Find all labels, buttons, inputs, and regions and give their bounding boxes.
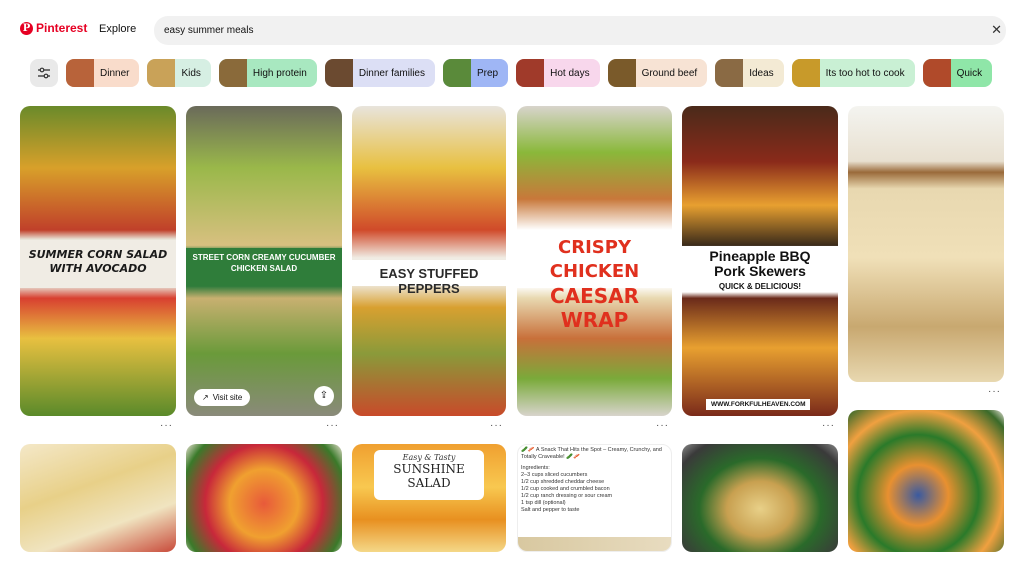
- chip-dinner-families[interactable]: Dinner families: [324, 59, 435, 87]
- chip-label: Prep: [476, 67, 499, 79]
- chip-quick[interactable]: Quick: [922, 59, 993, 87]
- chip-thumbnail: [516, 59, 545, 87]
- ingredient-item: 1/2 cup ranch dressing or sour cream: [521, 493, 613, 499]
- pin-ingredients-label: Ingredients:: [521, 465, 550, 471]
- top-bar: P Pinterest Explore ✕: [0, 0, 1024, 58]
- pin-title-line: Pineapple BBQ: [709, 248, 811, 264]
- visit-site-label: Visit site: [212, 393, 243, 402]
- chip-too-hot-to-cook[interactable]: Its too hot to cook: [791, 59, 915, 87]
- pin-title: CRISPY CHICKEN CAESAR WRAP: [517, 230, 672, 332]
- explore-link[interactable]: Explore: [99, 23, 136, 35]
- chip-label: Hot days: [550, 67, 590, 79]
- pin-title: SALAD: [407, 476, 451, 490]
- pin-stuffed-shells[interactable]: [682, 444, 838, 552]
- ingredient-item: 1 tsp dill (optional): [521, 500, 566, 506]
- pin-title-line: CRISPY CHICKEN: [549, 237, 640, 282]
- pin-title: Pineapple BBQ Pork Skewers QUICK & DELIC…: [682, 246, 838, 292]
- chip-thumbnail: [218, 59, 247, 87]
- pin-stuffed-peppers[interactable]: EASY STUFFED PEPPERS: [352, 106, 506, 416]
- pin-title-line: CAESAR WRAP: [549, 284, 640, 332]
- ingredient-item: Salt and pepper to taste: [521, 507, 580, 513]
- pin-street-corn-salad[interactable]: STREET CORN CREAMY CUCUMBER CHICKEN SALA…: [186, 106, 342, 416]
- search-input[interactable]: [164, 25, 964, 36]
- visit-site-button[interactable]: ↗ Visit site: [194, 389, 251, 406]
- pin-title: SUNSHINE: [393, 462, 465, 476]
- pin-subtitle: Easy & Tasty: [402, 453, 456, 462]
- pin-corn-salad[interactable]: SUMMER CORN SALAD WITH AVOCADO: [20, 106, 176, 416]
- chip-dinner[interactable]: Dinner: [66, 59, 140, 87]
- arrow-up-right-icon: ↗: [202, 393, 209, 402]
- chip-thumbnail: [66, 59, 94, 87]
- chip-hot-days[interactable]: Hot days: [516, 59, 600, 87]
- chip-thumbnail: [147, 59, 176, 87]
- pin-cucumber-snack[interactable]: 🥒🥓 A Snack That Hits the Spot – Creamy, …: [517, 444, 672, 552]
- chip-label: Ground beef: [641, 67, 698, 79]
- chip-label: Kids: [181, 67, 201, 79]
- pin-title: SUMMER CORN SALAD WITH AVOCADO: [20, 240, 176, 288]
- pin-fruit-salad[interactable]: [186, 444, 342, 552]
- more-options-icon[interactable]: ···: [490, 420, 503, 431]
- pin-intro: 🥒🥓 A Snack That Hits the Spot – Creamy, …: [521, 447, 662, 460]
- chip-label: Dinner families: [358, 67, 425, 79]
- pinterest-logo[interactable]: P Pinterest: [20, 21, 87, 35]
- chip-ideas[interactable]: Ideas: [715, 59, 784, 87]
- pin-macaroni-salad[interactable]: [20, 444, 176, 552]
- chip-high-protein[interactable]: High protein: [218, 59, 317, 87]
- pin-subtitle: QUICK & DELICIOUS!: [718, 282, 802, 291]
- pinterest-icon: P: [20, 21, 33, 35]
- chip-thumbnail: [791, 59, 820, 87]
- more-options-icon[interactable]: ···: [822, 420, 835, 431]
- pin-text-block: 🥒🥓 A Snack That Hits the Spot – Creamy, …: [518, 445, 671, 516]
- filter-button[interactable]: [30, 59, 58, 87]
- more-options-icon[interactable]: ···: [988, 386, 1001, 397]
- ingredient-item: 2–3 cups sliced cucumbers: [521, 472, 588, 478]
- ingredient-item: 1/2 cup shredded cheddar cheese: [521, 479, 605, 485]
- logo-text: Pinterest: [36, 21, 88, 35]
- pin-sunshine-salad[interactable]: Easy & Tasty SUNSHINE SALAD: [352, 444, 506, 552]
- pin-title-line: Pork Skewers: [714, 263, 806, 279]
- pin-title: EASY STUFFED PEPPERS: [352, 260, 506, 296]
- chip-thumbnail: [715, 59, 744, 87]
- pin-caesar-wrap[interactable]: CRISPY CHICKEN CAESAR WRAP: [517, 106, 672, 416]
- chip-thumbnail: [922, 59, 951, 87]
- pin-pasta-salad[interactable]: [848, 106, 1004, 382]
- pin-title: STREET CORN CREAMY CUCUMBER CHICKEN SALA…: [186, 248, 342, 286]
- chip-label: Its too hot to cook: [825, 67, 905, 79]
- ingredient-item: 1/2 cup cooked and crumbled bacon: [521, 486, 610, 492]
- chip-label: Ideas: [749, 67, 774, 79]
- chip-kids[interactable]: Kids: [147, 59, 211, 87]
- chip-label: High protein: [252, 67, 307, 79]
- more-options-icon[interactable]: ···: [656, 420, 669, 431]
- chip-prep[interactable]: Prep: [442, 59, 509, 87]
- chip-label: Dinner: [100, 67, 130, 79]
- pin-image-strip: [518, 537, 671, 551]
- chip-thumbnail: [607, 59, 636, 87]
- pin-source-url: WWW.FORKFULHEAVEN.COM: [706, 399, 811, 410]
- search-bar[interactable]: ✕: [154, 16, 1006, 45]
- more-options-icon[interactable]: ···: [160, 420, 173, 431]
- pin-mango-spinach-salad[interactable]: [848, 410, 1004, 552]
- pin-title-card: Easy & Tasty SUNSHINE SALAD: [374, 450, 484, 500]
- share-icon[interactable]: ⇪: [314, 386, 334, 406]
- filter-chips-row: Dinner Kids High protein Dinner families…: [30, 58, 1024, 88]
- chip-thumbnail: [442, 59, 471, 87]
- clear-search-icon[interactable]: ✕: [991, 22, 1002, 38]
- chip-thumbnail: [324, 59, 353, 87]
- chip-ground-beef[interactable]: Ground beef: [607, 59, 708, 87]
- sliders-icon: [38, 67, 50, 79]
- pin-bbq-skewers[interactable]: Pineapple BBQ Pork Skewers QUICK & DELIC…: [682, 106, 838, 416]
- more-options-icon[interactable]: ···: [326, 420, 339, 431]
- chip-label: Quick: [956, 67, 983, 79]
